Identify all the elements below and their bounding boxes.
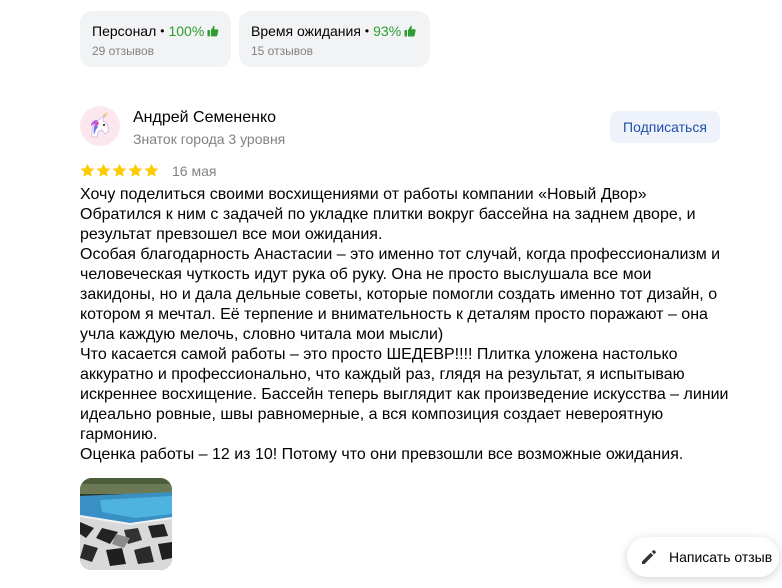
write-review-button[interactable]: Написать отзыв	[627, 537, 779, 577]
unicorn-avatar-icon	[91, 112, 109, 138]
thumbs-up-icon	[404, 25, 416, 37]
aspect-percent: 100%	[168, 23, 205, 39]
pool-photo-thumbnail	[80, 478, 172, 570]
write-review-label: Написать отзыв	[669, 549, 773, 565]
reviews-page: Персонал • 100% 29 отзывов Время ожидани…	[0, 0, 782, 588]
review-photo[interactable]	[80, 478, 172, 570]
aspect-chip-waiting-time[interactable]: Время ожидания • 93% 15 отзывов	[239, 11, 430, 67]
review-paragraph: Особая благодарность Анастасии – это име…	[80, 246, 721, 343]
author-level: Знаток города 3 уровня	[133, 131, 286, 147]
review-paragraph: Что касается самой работы – это просто Ш…	[80, 346, 729, 443]
review-text: Хочу поделиться своими восхищениями от р…	[80, 185, 730, 465]
review-paragraph: Оценка работы – 12 из 10! Потому что они…	[80, 446, 684, 463]
review-paragraph: Хочу поделиться своими восхищениями от р…	[80, 186, 696, 243]
rating-stars	[80, 163, 159, 178]
subscribe-button[interactable]: Подписаться	[610, 111, 720, 143]
star-icon	[144, 163, 159, 177]
review-date: 16 мая	[172, 163, 217, 179]
aspect-title: Время ожидания • 93%	[251, 22, 418, 40]
pencil-icon	[642, 550, 656, 564]
aspect-title: Персонал • 100%	[92, 22, 219, 40]
thumbs-up-icon	[207, 25, 219, 37]
aspect-name: Персонал	[92, 23, 157, 39]
star-icon	[112, 163, 127, 177]
separator-dot: •	[364, 24, 370, 38]
aspect-review-count: 29 отзывов	[92, 44, 155, 58]
aspect-review-count: 15 отзывов	[251, 44, 314, 58]
aspect-percent: 93%	[373, 23, 402, 39]
star-icon	[80, 163, 95, 177]
star-icon	[128, 163, 143, 177]
aspect-name: Время ожидания	[251, 23, 361, 39]
author-name[interactable]: Андрей Семененко	[133, 108, 276, 128]
star-icon	[96, 163, 111, 177]
separator-dot: •	[160, 24, 165, 38]
avatar[interactable]	[80, 106, 120, 146]
aspect-chip-personnel[interactable]: Персонал • 100% 29 отзывов	[80, 11, 231, 67]
